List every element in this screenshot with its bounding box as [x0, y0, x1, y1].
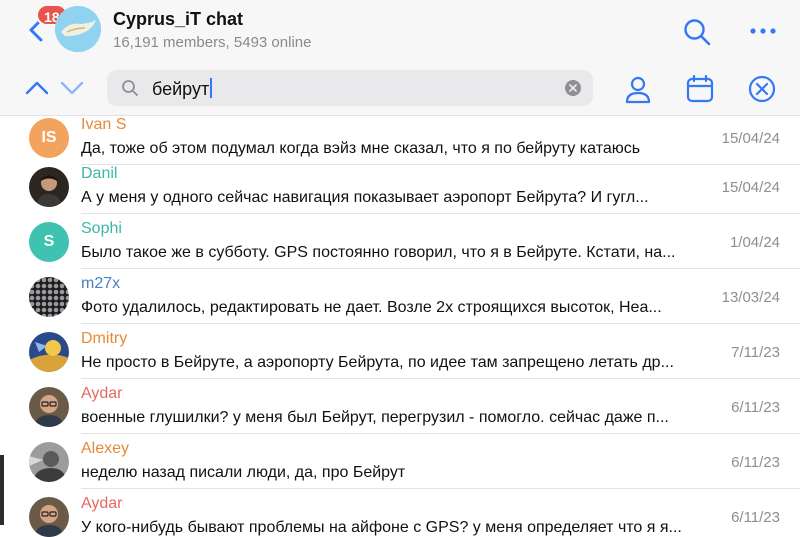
search-query-text: бейрут — [152, 79, 210, 99]
avatar — [29, 277, 69, 317]
sender-name: Ivan S — [81, 117, 127, 133]
message-date: 6/11/23 — [731, 454, 780, 471]
message-date: 6/11/23 — [731, 509, 780, 526]
sender-name: Sophi — [81, 220, 122, 237]
sender-name: Dmitry — [81, 330, 128, 347]
result-row[interactable]: Aydar У кого-нибудь бывают проблемы на а… — [0, 489, 800, 537]
result-row[interactable]: Dmitry Не просто в Бейруте, а аэропорту … — [0, 324, 800, 379]
chevron-down-icon[interactable] — [60, 81, 84, 95]
message-preview: Да, тоже об этом подумал когда вэйз мне … — [81, 140, 641, 157]
avatar — [29, 387, 69, 427]
close-circle-icon[interactable] — [748, 75, 776, 103]
search-input[interactable]: бейрут — [107, 70, 593, 106]
result-row[interactable]: Alexey неделю назад писали люди, да, про… — [0, 434, 800, 489]
chat-subtitle: 16,191 members, 5493 online — [113, 34, 312, 51]
result-row[interactable]: IS Ivan S Да, тоже об этом подумал когда… — [0, 117, 800, 165]
message-preview: Было такое же в субботу. GPS постоянно г… — [81, 244, 676, 261]
message-date: 7/11/23 — [731, 344, 780, 361]
sender-name: Aydar — [81, 495, 123, 512]
search-query[interactable]: бейрут — [152, 78, 212, 100]
sender-name: m27x — [81, 275, 121, 292]
avatar: IS — [29, 118, 69, 158]
search-toolbar: бейрут — [0, 62, 800, 116]
clear-icon[interactable] — [565, 80, 581, 96]
sender-name: Danil — [81, 165, 118, 182]
search-icon[interactable] — [682, 17, 712, 47]
calendar-icon[interactable] — [686, 75, 714, 103]
sender-name: Alexey — [81, 440, 130, 457]
message-date: 6/11/23 — [731, 399, 780, 416]
message-date: 15/04/24 — [721, 179, 780, 196]
sender-name: Aydar — [81, 385, 123, 402]
message-preview: А у меня у одного сейчас навигация показ… — [81, 189, 649, 206]
result-row[interactable]: Aydar военные глушилки? у меня был Бейру… — [0, 379, 800, 434]
result-row[interactable]: S Sophi Было такое же в субботу. GPS пос… — [0, 214, 800, 269]
message-date: 15/04/24 — [721, 130, 780, 147]
avatar: S — [29, 222, 69, 262]
message-preview: У кого-нибудь бывают проблемы на айфоне … — [81, 519, 682, 536]
chevron-up-icon[interactable] — [25, 81, 49, 95]
message-date: 13/03/24 — [721, 289, 780, 306]
avatar — [29, 497, 69, 537]
chat-header: 18 Cyprus_iT chat 16,191 members, 5493 o… — [0, 0, 800, 62]
chat-title[interactable]: Cyprus_iT chat — [113, 9, 243, 30]
window-edge — [0, 455, 4, 525]
message-date: 1/04/24 — [729, 234, 780, 251]
magnifier-icon — [122, 80, 138, 96]
message-preview: Не просто в Бейруте, а аэропорту Бейрута… — [81, 354, 674, 371]
group-avatar[interactable] — [55, 6, 101, 52]
message-preview: неделю назад писали люди, да, про Бейрут — [81, 464, 406, 481]
text-caret — [210, 78, 212, 98]
avatar — [29, 167, 69, 207]
result-row[interactable]: m27x Фото удалилось, редактировать не да… — [0, 269, 800, 324]
result-row[interactable]: Danil А у меня у одного сейчас навигация… — [0, 159, 800, 214]
message-preview: военные глушилки? у меня был Бейрут, пер… — [81, 409, 669, 426]
search-results-list: IS Ivan S Да, тоже об этом подумал когда… — [0, 117, 800, 537]
message-preview: Фото удалилось, редактировать не дает. В… — [81, 299, 662, 316]
avatar — [29, 442, 69, 482]
person-icon[interactable] — [624, 76, 652, 104]
avatar — [29, 332, 69, 372]
more-icon[interactable] — [749, 26, 777, 36]
